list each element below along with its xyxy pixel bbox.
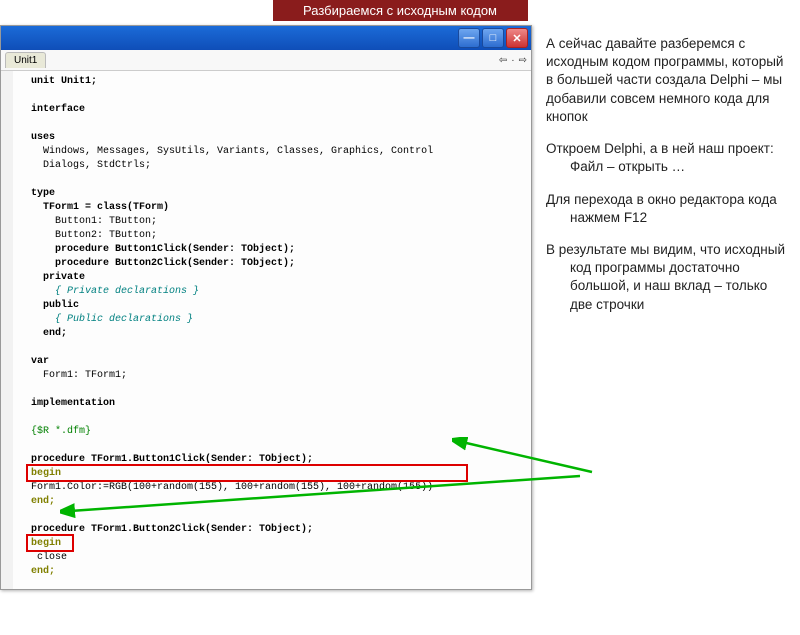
close-button[interactable]: ✕	[506, 28, 528, 48]
tab-unit1[interactable]: Unit1	[5, 52, 46, 68]
slide-title: Разбираемся с исходным кодом	[273, 0, 528, 21]
editor-window: — □ ✕ Unit1 ⇦ · ⇨ unit Unit1; interface …	[0, 25, 532, 590]
maximize-button[interactable]: □	[482, 28, 504, 48]
step-3: В результате мы видим, что исходный код …	[546, 241, 786, 314]
minimize-button[interactable]: —	[458, 28, 480, 48]
code-area[interactable]: unit Unit1; interface uses Windows, Mess…	[1, 71, 531, 589]
explanation-panel: А сейчас давайте разберемся с исходным к…	[532, 25, 800, 590]
step-2: Для перехода в окно редактора кода нажме…	[546, 191, 786, 227]
content-layout: — □ ✕ Unit1 ⇦ · ⇨ unit Unit1; interface …	[0, 25, 800, 590]
nav-dot-icon: ·	[511, 55, 514, 66]
intro-paragraph: А сейчас давайте разберемся с исходным к…	[546, 35, 786, 126]
nav-right-icon[interactable]: ⇨	[519, 55, 527, 66]
nav-left-icon[interactable]: ⇦	[499, 55, 507, 66]
window-titlebar: — □ ✕	[1, 26, 531, 50]
highlight-box-1	[26, 464, 468, 482]
step-1: Откроем Delphi, а в ней наш проект: Файл…	[546, 140, 786, 176]
nav-arrows: ⇦ · ⇨	[499, 55, 527, 66]
tab-bar: Unit1 ⇦ · ⇨	[1, 50, 531, 71]
